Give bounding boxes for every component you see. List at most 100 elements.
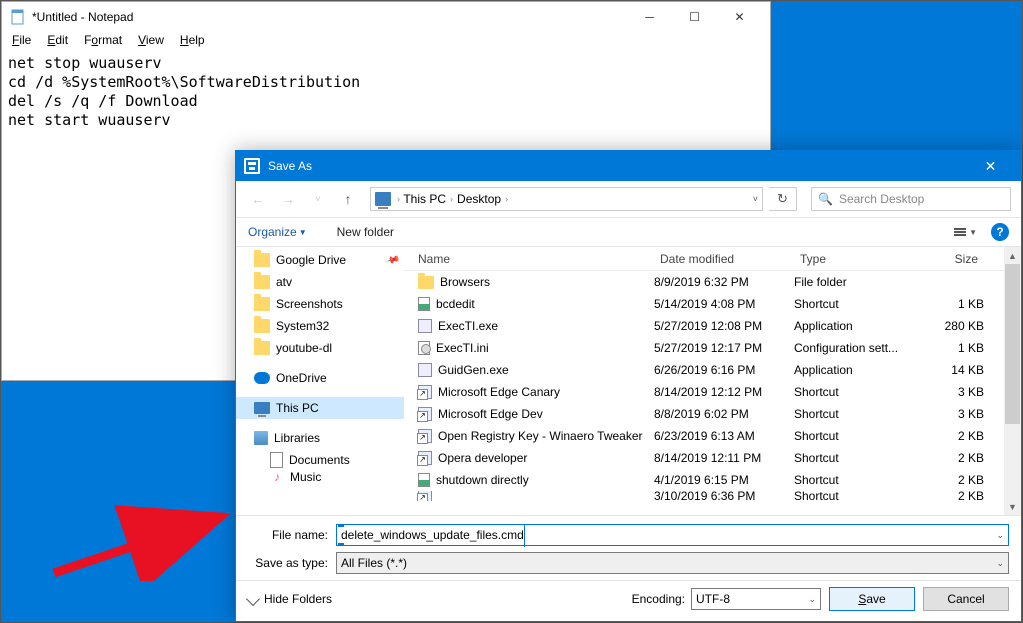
vertical-scrollbar[interactable]: ▲ ▼: [1004, 247, 1021, 515]
savetype-select[interactable]: All Files (*.*) ⌄: [336, 552, 1009, 574]
pc-icon: [254, 402, 270, 414]
folder-icon: [254, 341, 270, 355]
forward-button[interactable]: →: [276, 187, 300, 211]
file-row[interactable]: ExecTI.ini5/27/2019 12:17 PMConfiguratio…: [404, 337, 1004, 359]
up-button[interactable]: ↑: [336, 187, 360, 211]
shortcut-icon: [418, 385, 432, 399]
hide-folders-button[interactable]: Hide Folders: [248, 592, 332, 606]
nav-bar: ← → ˅ ↑ › This PC › Desktop › ˅ ↻ 🔍 Sear…: [236, 181, 1021, 217]
file-row[interactable]: Microsoft Edge Canary8/14/2019 12:12 PMS…: [404, 381, 1004, 403]
savetype-dropdown-icon[interactable]: ⌄: [996, 558, 1004, 569]
search-box[interactable]: 🔍 Search Desktop: [811, 187, 1011, 211]
tree-item[interactable]: Screenshots: [236, 293, 404, 315]
organize-menu[interactable]: Organize ▼: [248, 225, 307, 239]
file-name: Opera developer: [438, 451, 527, 465]
scroll-down-icon[interactable]: ▼: [1008, 498, 1017, 515]
file-date: 5/27/2019 12:08 PM: [654, 319, 794, 333]
recent-dropdown[interactable]: ˅: [306, 187, 330, 211]
tree-item[interactable]: OneDrive: [236, 367, 404, 389]
column-headers[interactable]: Name Date modified Type Size: [404, 247, 1004, 271]
folder-icon: [254, 253, 270, 267]
file-name: GuidGen.exe: [438, 363, 509, 377]
file-row[interactable]: shutdown directly4/1/2019 6:15 PMShortcu…: [404, 469, 1004, 491]
file-row[interactable]: bcdedit5/14/2019 4:08 PMShortcut1 KB: [404, 293, 1004, 315]
file-date: 3/10/2019 6:36 PM: [654, 491, 794, 501]
tree-item[interactable]: Libraries: [236, 427, 404, 449]
view-options-button[interactable]: ▼: [954, 228, 977, 237]
back-button[interactable]: ←: [246, 187, 270, 211]
file-row[interactable]: Open Registry Key - Winaero Tweaker 6/23/…: [404, 425, 1004, 447]
dialog-titlebar[interactable]: Save As ✕: [236, 151, 1021, 181]
file-name: bcdedit: [436, 297, 475, 311]
menu-view[interactable]: View: [132, 32, 170, 52]
notepad-menubar: File Edit Format View Help: [2, 32, 770, 52]
file-list: Name Date modified Type Size Browsers8/9…: [404, 247, 1004, 515]
exe-icon: [418, 319, 432, 333]
tree-item-label: Music: [290, 471, 321, 483]
filename-value: delete_windows_update_files.cmd: [341, 528, 524, 542]
scroll-thumb[interactable]: [1005, 264, 1020, 424]
file-row[interactable]: Opera developer8/14/2019 12:11 PMShortcu…: [404, 447, 1004, 469]
file-row[interactable]: 3/10/2019 6:36 PMShortcut2 KB: [404, 491, 1004, 501]
file-size: 1 KB: [924, 341, 984, 355]
file-row[interactable]: Browsers8/9/2019 6:32 PMFile folder: [404, 271, 1004, 293]
file-type: File folder: [794, 275, 924, 289]
file-size: 2 KB: [924, 451, 984, 465]
menu-help[interactable]: Help: [174, 32, 211, 52]
col-date-header[interactable]: Date modified: [654, 252, 794, 266]
tree-item[interactable]: Documents: [236, 449, 404, 471]
file-row[interactable]: ExecTI.exe5/27/2019 12:08 PMApplication2…: [404, 315, 1004, 337]
tree-item[interactable]: atv: [236, 271, 404, 293]
help-icon[interactable]: ?: [991, 223, 1009, 241]
filename-input[interactable]: delete_windows_update_files.cmd ⌄: [336, 524, 1009, 546]
address-bar[interactable]: › This PC › Desktop › ˅: [370, 187, 763, 211]
config-file-icon: [418, 341, 430, 355]
tree-item[interactable]: ♪Music: [236, 471, 404, 483]
tree-item[interactable]: youtube-dl: [236, 337, 404, 359]
file-size: 3 KB: [924, 407, 984, 421]
tree-item[interactable]: Google Drive📌: [236, 249, 404, 271]
maximize-button[interactable]: ☐: [672, 3, 717, 31]
file-row[interactable]: GuidGen.exe6/26/2019 6:16 PMApplication1…: [404, 359, 1004, 381]
address-dropdown-icon[interactable]: ˅: [753, 194, 758, 204]
savetype-label: Save as type:: [248, 556, 328, 570]
file-type: Shortcut: [794, 429, 924, 443]
file-date: 6/23/2019 6:13 AM: [654, 429, 794, 443]
encoding-label: Encoding:: [632, 592, 685, 606]
file-size: 3 KB: [924, 385, 984, 399]
cancel-button[interactable]: Cancel: [923, 587, 1009, 611]
breadcrumb-folder[interactable]: Desktop: [457, 192, 501, 206]
file-name: Open Registry Key - Winaero Tweaker: [438, 429, 643, 443]
dialog-close-button[interactable]: ✕: [968, 151, 1013, 181]
file-date: 4/1/2019 6:15 PM: [654, 473, 794, 487]
file-type: Shortcut: [794, 297, 924, 311]
menu-file[interactable]: File: [6, 32, 37, 52]
file-date: 8/8/2019 6:02 PM: [654, 407, 794, 421]
encoding-dropdown-icon[interactable]: ⌄: [808, 594, 816, 605]
refresh-button[interactable]: ↻: [769, 187, 797, 211]
menu-format[interactable]: Format: [78, 32, 128, 52]
encoding-select[interactable]: UTF-8 ⌄: [691, 588, 821, 610]
col-name-header[interactable]: Name: [418, 252, 450, 266]
shortcut-icon: [418, 429, 432, 443]
filename-dropdown-icon[interactable]: ⌄: [996, 530, 1004, 541]
file-date: 8/14/2019 12:12 PM: [654, 385, 794, 399]
tree-item[interactable]: This PC: [236, 397, 404, 419]
new-folder-button[interactable]: New folder: [337, 225, 394, 239]
annotation-arrow: [49, 501, 229, 581]
menu-edit[interactable]: Edit: [41, 32, 74, 52]
col-size-header[interactable]: Size: [924, 252, 984, 266]
breadcrumb-root[interactable]: This PC: [403, 192, 446, 206]
tree-item-label: OneDrive: [276, 371, 327, 385]
save-button[interactable]: Save: [829, 587, 915, 611]
scroll-up-icon[interactable]: ▲: [1008, 247, 1017, 264]
notepad-titlebar[interactable]: *Untitled - Notepad ─ ☐ ✕: [2, 2, 770, 32]
navigation-tree[interactable]: Google Drive📌atvScreenshotsSystem32youtu…: [236, 247, 404, 515]
file-row[interactable]: Microsoft Edge Dev8/8/2019 6:02 PMShortc…: [404, 403, 1004, 425]
document-icon: [270, 452, 283, 468]
file-name: Browsers: [440, 275, 490, 289]
tree-item[interactable]: System32: [236, 315, 404, 337]
minimize-button[interactable]: ─: [627, 3, 672, 31]
close-button[interactable]: ✕: [717, 3, 762, 31]
col-type-header[interactable]: Type: [794, 252, 924, 266]
